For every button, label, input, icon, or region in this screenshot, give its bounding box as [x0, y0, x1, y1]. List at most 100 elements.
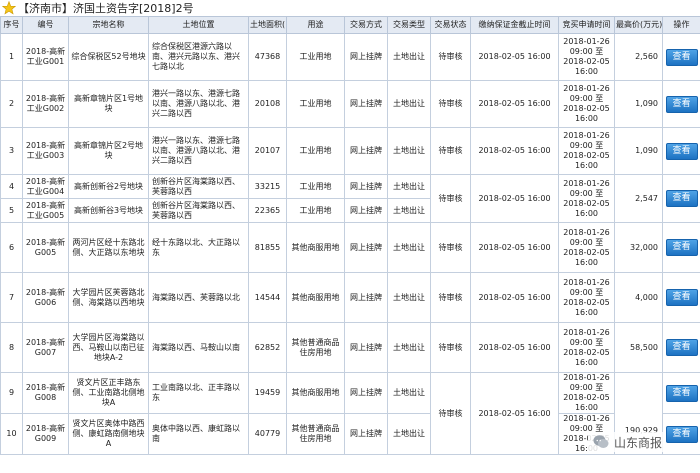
- cell-no: 7: [0, 272, 23, 323]
- cell-method: 网上挂牌: [344, 198, 388, 223]
- view-button[interactable]: 查看: [665, 239, 698, 256]
- table-row: 6 2018-高新G005 两河片区经十东路北侧、大正路以东地块 经十东路以北、…: [0, 222, 700, 273]
- cell-use: 其他商服用地: [286, 272, 345, 323]
- view-button[interactable]: 查看: [665, 384, 698, 402]
- view-button[interactable]: 查看: [665, 289, 698, 306]
- cell-deadline: 2018-02-05 16:00: [470, 174, 559, 223]
- view-button[interactable]: 查看: [665, 142, 698, 160]
- cell-method: 网上挂牌: [344, 127, 388, 175]
- cell-location: 海棠路以西、芙蓉路以北: [148, 272, 249, 323]
- cell-deadline: 2018-02-05 16:00: [470, 80, 559, 128]
- cell-location: 港兴一路以东、港源七路以南、港源八路以北、港兴二路以西: [148, 127, 249, 175]
- column-header-method: 交易方式: [344, 16, 388, 34]
- cell-status: 待审核: [430, 127, 471, 175]
- cell-method: 网上挂牌: [344, 413, 388, 455]
- cell-status: 待审核: [430, 222, 471, 273]
- table-row: 4 2018-高新工业G004 高新创新谷2号地块 创新谷片区海棠路以西、芙蓉路…: [0, 174, 700, 223]
- cell-area: 20107: [248, 127, 287, 175]
- cell-no: 8: [0, 322, 23, 373]
- cell-type: 土地出让: [387, 222, 431, 273]
- cell-type: 土地出让: [387, 198, 431, 223]
- land-auction-table: 序号 编号 宗地名称 土地位置 土地面积(㎡) 用途 交易方式 交易类型 交易状…: [0, 16, 700, 455]
- watermark-text: 山东商报: [614, 435, 663, 450]
- cell-action: 查看: [662, 33, 700, 81]
- cell-name: 大学园片区芙蓉路北侧、海棠路以西地块: [68, 272, 149, 323]
- cell-apply-time: 2018-01-26 09:00 至 2018-02-05 16:00: [558, 372, 615, 414]
- column-header-name: 宗地名称: [68, 16, 149, 34]
- cell-location: 创新谷片区海棠路以西、芙蓉路以西: [148, 174, 249, 199]
- cell-deadline: 2018-02-05 16:00: [470, 322, 559, 373]
- view-button[interactable]: 查看: [665, 48, 698, 66]
- column-header-type: 交易类型: [387, 16, 431, 34]
- cell-action: 查看: [662, 222, 700, 273]
- view-button[interactable]: 查看: [665, 425, 698, 443]
- cell-method: 网上挂牌: [344, 222, 388, 273]
- cell-location: 海棠路以西、马鞍山以南: [148, 322, 249, 373]
- cell-use: 其他普通商品住房用地: [286, 322, 345, 373]
- cell-type: 土地出让: [387, 413, 431, 455]
- column-header-area: 土地面积(㎡): [248, 16, 287, 34]
- table-row: 9 2018-高新G008 贤文片区正丰路东侧、工业南路北侧地块A 工业南路以北…: [0, 372, 700, 455]
- cell-area: 33215: [248, 174, 287, 199]
- cell-price: 1,090: [614, 80, 663, 128]
- cell-name: 综合保税区52号地块: [68, 33, 149, 81]
- cell-action: 查看: [662, 80, 700, 128]
- cell-location: 奥体中路以西、康虹路以南: [148, 413, 249, 455]
- cell-use: 工业用地: [286, 174, 345, 199]
- cell-status: 待审核: [430, 174, 471, 223]
- cell-apply-time: 2018-01-26 09:00 至 2018-02-05 16:00: [558, 322, 615, 373]
- column-header-apply-time: 竞买申请时间: [558, 16, 615, 34]
- chat-bubble-icon: [593, 435, 609, 448]
- cell-area: 22365: [248, 198, 287, 223]
- column-header-location: 土地位置: [148, 16, 249, 34]
- cell-name: 两河片区经十东路北侧、大正路以东地块: [68, 222, 149, 273]
- cell-no: 3: [0, 127, 23, 175]
- cell-price: 32,000: [614, 222, 663, 273]
- cell-price: 58,500: [614, 322, 663, 373]
- table-row: 8 2018-高新G007 大学园片区海棠路以西、马鞍山以南已征地块A-2 海棠…: [0, 322, 700, 373]
- view-button[interactable]: 查看: [665, 190, 698, 207]
- cell-use: 工业用地: [286, 80, 345, 128]
- cell-use: 其他普通商品住房用地: [286, 413, 345, 455]
- cell-price: 2,547: [614, 174, 663, 223]
- cell-code: 2018-高新G007: [22, 322, 69, 373]
- cell-no: 6: [0, 222, 23, 273]
- cell-deadline: 2018-02-05 16:00: [470, 372, 559, 455]
- cell-type: 土地出让: [387, 33, 431, 81]
- title-bar: 【济南市】济国土资告字[2018]2号: [0, 0, 700, 15]
- cell-area: 19459: [248, 372, 287, 414]
- cell-type: 土地出让: [387, 372, 431, 414]
- table-row: 7 2018-高新G006 大学园片区芙蓉路北侧、海棠路以西地块 海棠路以西、芙…: [0, 272, 700, 323]
- column-header-code: 编号: [22, 16, 69, 34]
- table-row: 1 2018-高新工业G001 综合保税区52号地块 综合保税区港源六路以南、港…: [0, 33, 700, 81]
- cell-use: 其他商服用地: [286, 372, 345, 414]
- watermark: 山东商报: [588, 432, 667, 452]
- cell-status: 待审核: [430, 322, 471, 373]
- cell-area: 81855: [248, 222, 287, 273]
- cell-name: 大学园片区海棠路以西、马鞍山以南已征地块A-2: [68, 322, 149, 373]
- cell-code: 2018-高新工业G005: [22, 198, 69, 223]
- table-header-row: 序号 编号 宗地名称 土地位置 土地面积(㎡) 用途 交易方式 交易类型 交易状…: [0, 16, 700, 34]
- cell-type: 土地出让: [387, 272, 431, 323]
- cell-action: 查看: [662, 272, 700, 323]
- cell-location: 经十东路以北、大正路以东: [148, 222, 249, 273]
- view-button[interactable]: 查看: [665, 95, 698, 113]
- cell-action: 查看: [662, 127, 700, 175]
- cell-name: 高新章锦片区1号地块: [68, 80, 149, 128]
- cell-status: 待审核: [430, 372, 471, 455]
- cell-code: 2018-高新G009: [22, 413, 69, 455]
- view-button[interactable]: 查看: [665, 339, 698, 356]
- column-header-use: 用途: [286, 16, 345, 34]
- cell-use: 工业用地: [286, 127, 345, 175]
- star-icon: [2, 0, 16, 14]
- table-row: 3 2018-高新工业G003 高新章锦片区2号地块 港兴一路以东、港源七路以南…: [0, 127, 700, 175]
- cell-code: 2018-高新G008: [22, 372, 69, 414]
- cell-method: 网上挂牌: [344, 322, 388, 373]
- column-header-price: 最高价(万元): [614, 16, 663, 34]
- cell-area: 47368: [248, 33, 287, 81]
- cell-method: 网上挂牌: [344, 372, 388, 414]
- cell-location: 工业南路以北、正丰路以东: [148, 372, 249, 414]
- cell-code: 2018-高新G006: [22, 272, 69, 323]
- cell-no: 2: [0, 80, 23, 128]
- cell-action: 查看: [662, 372, 700, 414]
